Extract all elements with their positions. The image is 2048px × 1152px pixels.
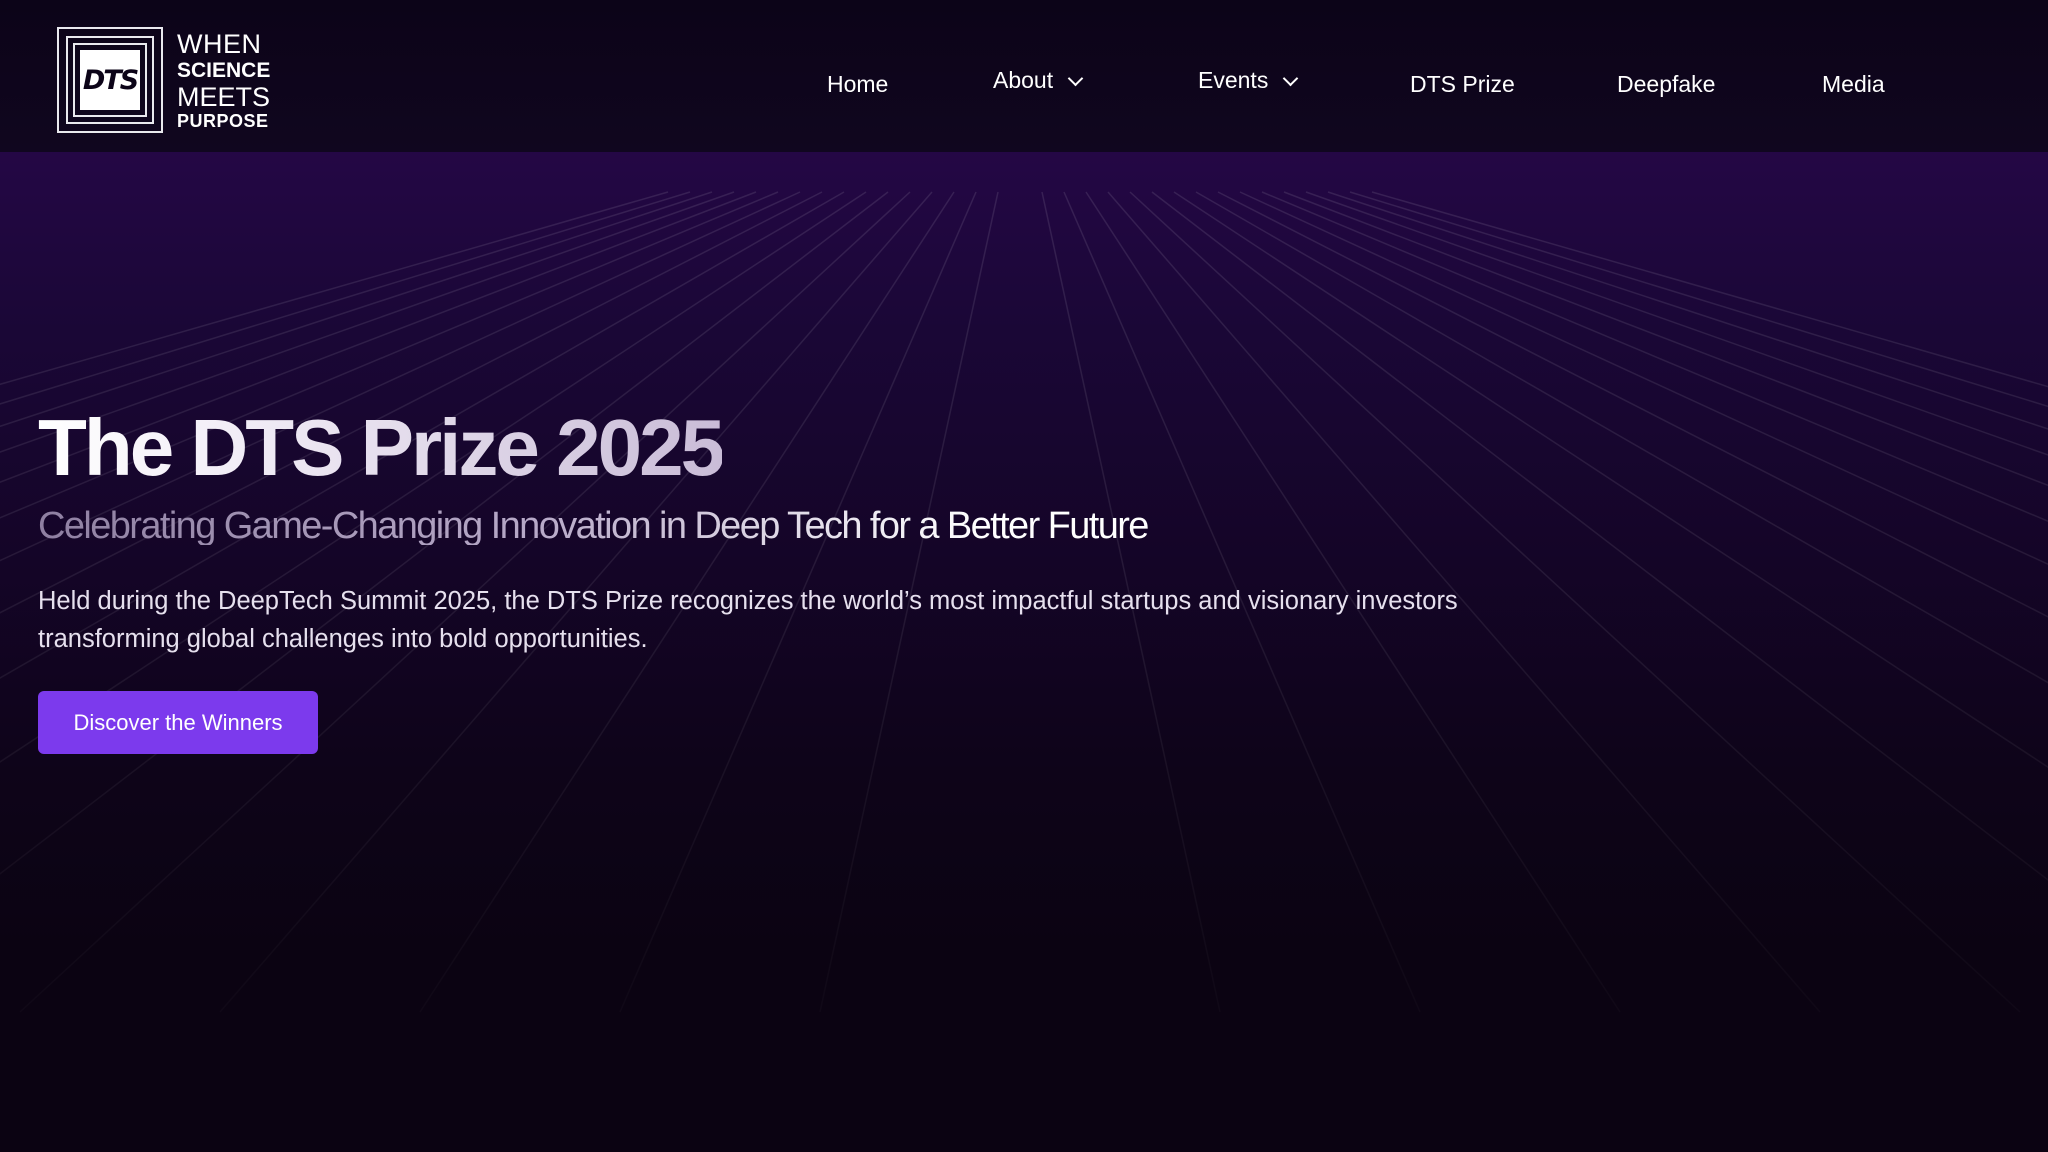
chevron-down-icon: [1067, 70, 1084, 86]
chevron-down-icon: [1283, 70, 1299, 86]
nav-item-label: Events: [1198, 66, 1269, 93]
nav-item-label: About: [993, 66, 1054, 93]
nav-item-deepfake[interactable]: Deepfake: [1617, 66, 1715, 102]
nav-item-media[interactable]: Media: [1822, 66, 1885, 102]
nav-item-home[interactable]: Home: [827, 66, 888, 102]
nav-item-label: Media: [1822, 70, 1885, 97]
hero-subtitle: Celebrating Game-Changing Innovation in …: [38, 505, 1149, 547]
hero-description: Held during the DeepTech Summit 2025, th…: [38, 587, 1458, 653]
site-header: DTS WHEN SCIENCE MEETS PURPOSE Home Abou…: [0, 0, 2048, 152]
discover-winners-button[interactable]: Discover the Winners: [38, 691, 318, 754]
nav-item-label: Home: [827, 70, 889, 97]
nav-item-label: DTS Prize: [1410, 70, 1515, 97]
main-nav: Home About Events DTS Prize Deepfake Med…: [0, 0, 2048, 162]
nav-item-events[interactable]: Events: [1198, 62, 1299, 98]
page: DTS WHEN SCIENCE MEETS PURPOSE Home Abou…: [0, 0, 2048, 1152]
nav-item-about[interactable]: About: [993, 62, 1084, 98]
hero-section: The DTS Prize 2025 Celebrating Game-Chan…: [0, 152, 2048, 1152]
nav-item-dts-prize[interactable]: DTS Prize: [1410, 66, 1515, 102]
hero-title: The DTS Prize 2025: [38, 403, 725, 492]
nav-item-label: Deepfake: [1617, 70, 1716, 97]
